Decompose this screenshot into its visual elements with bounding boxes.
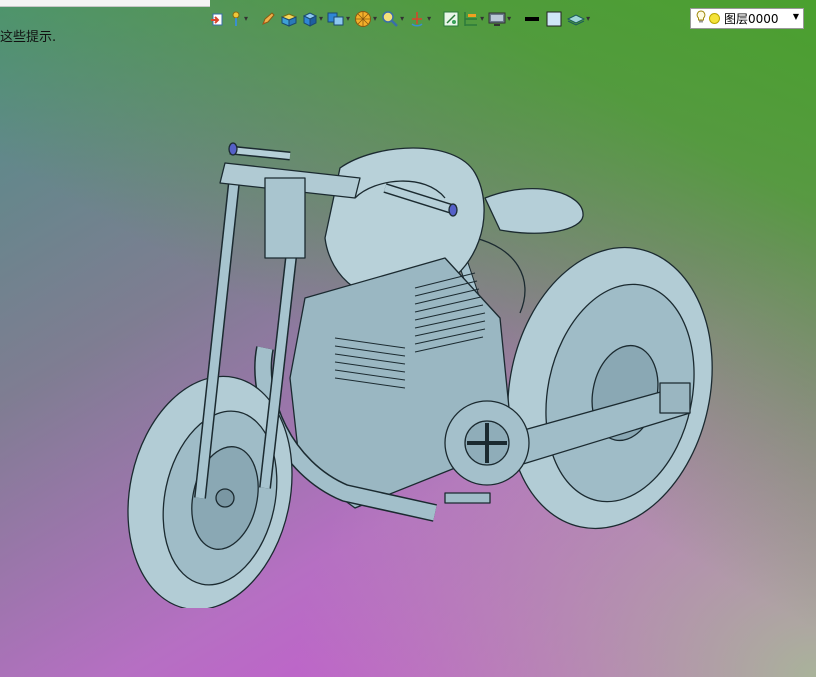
views-icon bbox=[327, 11, 345, 27]
motorcycle-model[interactable] bbox=[115, 138, 725, 612]
cube-view-button[interactable]: ▾ bbox=[301, 8, 324, 30]
solid-button[interactable] bbox=[279, 8, 299, 30]
sketch-button[interactable] bbox=[259, 8, 277, 30]
fill-color-icon bbox=[545, 10, 563, 28]
fill-color-button[interactable] bbox=[544, 8, 564, 30]
exit-sketch-button[interactable] bbox=[208, 8, 226, 30]
exit-sketch-icon bbox=[209, 11, 225, 27]
grid-icon bbox=[463, 11, 479, 27]
lightbulb-icon[interactable] bbox=[696, 10, 706, 27]
layer-name: 图层0000 bbox=[724, 12, 779, 26]
layer-color-icon[interactable] bbox=[709, 13, 720, 24]
solid-box-icon bbox=[280, 11, 298, 27]
pencil-icon bbox=[260, 11, 276, 27]
chevron-down-icon: ▾ bbox=[480, 14, 485, 23]
chevron-down-icon[interactable]: ▼ bbox=[793, 12, 799, 21]
footpeg bbox=[444, 492, 491, 504]
display-button[interactable]: ▾ bbox=[487, 8, 512, 30]
pin-icon bbox=[229, 11, 243, 27]
chevron-down-icon: ▾ bbox=[346, 14, 351, 23]
render-style-icon bbox=[354, 10, 372, 28]
chevron-down-icon: ▾ bbox=[373, 14, 378, 23]
rotate-button[interactable]: ▾ bbox=[407, 8, 432, 30]
views-button[interactable]: ▾ bbox=[326, 8, 351, 30]
rotate-axis-icon bbox=[408, 10, 426, 28]
grid-button[interactable]: ▾ bbox=[462, 8, 485, 30]
chevron-down-icon: ▾ bbox=[319, 14, 324, 23]
layers-button[interactable]: ▾ bbox=[566, 8, 591, 30]
cube-view-icon bbox=[302, 11, 318, 27]
hint-text: 这些提示. bbox=[0, 30, 57, 45]
section-view-button[interactable] bbox=[442, 8, 460, 30]
render-style-button[interactable]: ▾ bbox=[353, 8, 378, 30]
zoom-button[interactable]: ▾ bbox=[380, 8, 405, 30]
top-strip bbox=[0, 0, 210, 7]
display-icon bbox=[488, 11, 506, 27]
seat bbox=[484, 188, 584, 234]
zoom-icon bbox=[381, 10, 399, 28]
chevron-down-icon: ▾ bbox=[586, 14, 591, 23]
pin-button[interactable]: ▾ bbox=[228, 8, 249, 30]
chevron-down-icon: ▾ bbox=[507, 14, 512, 23]
line-color-icon bbox=[523, 11, 541, 27]
layers-icon bbox=[567, 11, 586, 27]
layer-selector[interactable]: 图层0000 ▼ bbox=[690, 8, 804, 29]
line-color-button[interactable] bbox=[522, 8, 542, 30]
view-toolbar: ▾ ▾ ▾ ▾ ▾ ▾ ▾ ▾ ▾ bbox=[208, 8, 591, 30]
chevron-down-icon: ▾ bbox=[244, 14, 249, 23]
chevron-down-icon: ▾ bbox=[400, 14, 405, 23]
chevron-down-icon: ▾ bbox=[427, 14, 432, 23]
section-view-icon bbox=[443, 11, 459, 27]
